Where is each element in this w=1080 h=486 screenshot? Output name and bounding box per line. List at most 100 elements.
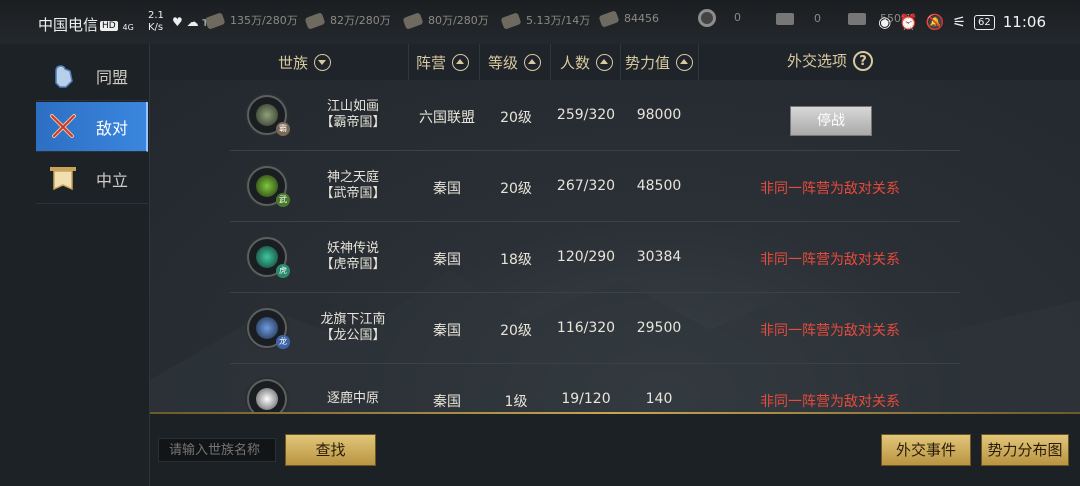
- clan-title-text: 【武帝国】: [320, 186, 386, 201]
- clan-emblem: 虎: [247, 237, 290, 278]
- clock: 11:06: [1002, 13, 1046, 31]
- sidebar-item-hostile[interactable]: 敌对: [36, 102, 148, 152]
- header-diplomacy-label: 外交选项: [787, 52, 848, 70]
- hostile-relation-text: 非同一阵营为敌对关系: [760, 252, 900, 268]
- header-camp-label: 阵营: [416, 54, 447, 72]
- hostile-relation-text: 非同一阵营为敌对关系: [760, 394, 900, 410]
- resource-stone: 80万/280万: [402, 12, 489, 30]
- clan-name-text: 江山如画: [326, 99, 379, 114]
- sort-down-icon[interactable]: [314, 54, 332, 71]
- clan-power: 48500: [636, 178, 682, 194]
- clan-name: 神之天庭 【武帝国】: [308, 170, 398, 202]
- resource-copper: 0: [698, 9, 741, 27]
- help-icon[interactable]: ?: [853, 50, 874, 71]
- clan-level: 1级: [504, 394, 528, 410]
- status-bar: 中国电信HD 4G 2.1 K/s ♥ ☁ Tap 135万/280万 82万/…: [0, 0, 1080, 44]
- clan-level: 18级: [500, 252, 532, 268]
- header-level[interactable]: 等级: [488, 52, 542, 73]
- clan-title-text: 【龙公国】: [320, 328, 386, 343]
- ceasefire-button[interactable]: 停战: [790, 106, 872, 136]
- sort-up-icon[interactable]: [676, 54, 694, 71]
- clan-members: 267/320: [556, 178, 616, 194]
- sort-up-icon[interactable]: [596, 54, 614, 71]
- table-row[interactable]: 霸 江山如画 【霸帝国】 六国联盟 20级 259/320 98000 停战: [230, 80, 960, 151]
- clan-emblem-icon: [256, 246, 278, 268]
- iron-icon: [500, 12, 522, 30]
- header-members[interactable]: 人数: [560, 52, 614, 73]
- clan-power: 29500: [636, 320, 682, 336]
- resource-iron: 5.13万/14万: [500, 12, 590, 30]
- column-divider: [408, 44, 409, 80]
- sidebar-item-alliance[interactable]: 同盟: [36, 51, 148, 101]
- wechat-icon: ☁: [186, 15, 199, 29]
- resource-decree-value: 84456: [624, 12, 659, 25]
- decree-icon: [598, 10, 620, 28]
- fist-icon: [55, 65, 73, 88]
- clan-search-input[interactable]: [158, 438, 276, 462]
- table-row[interactable]: 武 神之天庭 【武帝国】 秦国 20级 267/320 48500 非同一阵营为…: [230, 151, 960, 222]
- clan-camp: 秦国: [433, 181, 461, 197]
- sort-up-icon[interactable]: [524, 54, 542, 71]
- clan-members: 19/120: [561, 391, 611, 407]
- resource-decree: 84456: [598, 10, 659, 28]
- resource-gold: 0: [776, 12, 821, 25]
- clan-rank-tag: 霸: [276, 122, 290, 136]
- clan-title-text: 【虎帝国】: [320, 257, 386, 272]
- resource-food: 135万/280万: [204, 12, 298, 30]
- banner-icon: [50, 167, 76, 191]
- clan-rank-tag: 武: [276, 193, 290, 207]
- column-divider: [698, 44, 699, 80]
- header-camp[interactable]: 阵营: [416, 52, 470, 73]
- stone-icon: [402, 12, 424, 30]
- sidebar-item-label: 敌对: [96, 118, 129, 138]
- column-divider: [479, 44, 480, 80]
- copper-coin-icon: [698, 9, 716, 27]
- clan-name: 逐鹿中原: [308, 391, 398, 407]
- sidebar-item-neutral[interactable]: 中立: [36, 154, 148, 204]
- clan-level: 20级: [500, 181, 532, 197]
- clan-name-text: 妖神传说: [326, 241, 379, 256]
- clan-emblem: [247, 379, 287, 412]
- net-speed: 2.1 K/s: [148, 10, 164, 34]
- clan-name: 龙旗下江南 【龙公国】: [308, 312, 398, 344]
- clan-rank-tag: 龙: [276, 335, 290, 349]
- alarm-icon: ⏰: [899, 13, 918, 31]
- column-divider: [620, 44, 621, 80]
- clan-power: 140: [645, 391, 673, 407]
- column-divider: [550, 44, 551, 80]
- sort-up-icon[interactable]: [452, 54, 470, 71]
- header-power[interactable]: 势力值: [625, 52, 694, 73]
- table-row[interactable]: 逐鹿中原 秦国 1级 19/120 140 非同一阵营为敌对关系: [230, 364, 960, 412]
- clan-emblem-icon: [256, 317, 278, 339]
- clan-camp: 秦国: [433, 323, 461, 339]
- system-icons: ◉ ⏰ 🔕 ⚟ 62 11:06: [878, 13, 1046, 31]
- clan-members: 120/290: [556, 249, 616, 265]
- clan-name-text: 神之天庭: [326, 170, 379, 185]
- mute-icon: 🔕: [925, 13, 945, 31]
- jade-ingot-icon: [848, 13, 866, 25]
- clan-members: 259/320: [556, 107, 616, 123]
- relation-sidebar: 同盟 敌对 中立: [0, 44, 150, 486]
- gold-ingot-icon: [776, 13, 794, 25]
- clan-title-text: 【霸帝国】: [320, 115, 386, 130]
- header-power-label: 势力值: [625, 54, 671, 72]
- diplomacy-events-button[interactable]: 外交事件: [881, 434, 971, 466]
- header-members-label: 人数: [560, 54, 591, 72]
- clan-emblem: 武: [247, 166, 290, 207]
- header-clan[interactable]: 世族: [278, 52, 332, 73]
- table-row[interactable]: 虎 妖神传说 【虎帝国】 秦国 18级 120/290 30384 非同一阵营为…: [230, 222, 960, 293]
- battery-icon: 62: [974, 14, 995, 30]
- resource-food-value: 135万/280万: [230, 14, 298, 27]
- wood-icon: [304, 12, 326, 30]
- clan-name-text: 逐鹿中原: [326, 391, 379, 406]
- hostile-relation-text: 非同一阵营为敌对关系: [760, 181, 900, 197]
- clan-emblem-icon: [256, 104, 278, 126]
- power-map-button[interactable]: 势力分布图: [981, 434, 1069, 466]
- clan-camp: 六国联盟: [419, 110, 475, 126]
- header-diplomacy: 外交选项?: [787, 50, 874, 71]
- clan-members: 116/320: [556, 320, 616, 336]
- clan-level: 20级: [500, 323, 532, 339]
- food-icon: [204, 12, 226, 30]
- table-row[interactable]: 龙 龙旗下江南 【龙公国】 秦国 20级 116/320 29500 非同一阵营…: [230, 293, 960, 364]
- search-button[interactable]: 查找: [285, 434, 376, 466]
